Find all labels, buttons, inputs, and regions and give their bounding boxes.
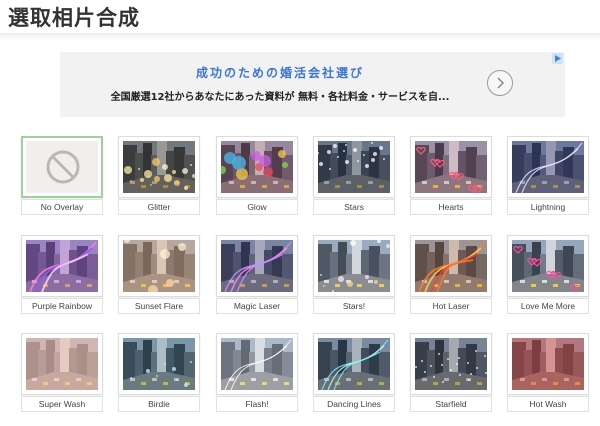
overlay-preview-image[interactable] bbox=[123, 141, 195, 193]
overlay-label: Flash! bbox=[216, 396, 298, 412]
overlay-preview-image[interactable] bbox=[415, 240, 487, 292]
page-title: 選取相片合成 bbox=[8, 6, 140, 30]
overlay-preview-image[interactable] bbox=[415, 141, 487, 193]
overlay-label: Glitter bbox=[118, 199, 200, 215]
overlay-thumbnail-card[interactable] bbox=[313, 333, 395, 395]
overlay-thumbnail-card[interactable] bbox=[313, 136, 395, 198]
title-divider bbox=[0, 33, 600, 40]
overlay-option-starfield[interactable]: Starfield bbox=[410, 333, 492, 415]
overlay-thumbnail-card[interactable] bbox=[118, 333, 200, 395]
overlay-option-no-overlay[interactable]: No Overlay bbox=[21, 136, 103, 218]
overlay-label: Stars! bbox=[313, 298, 395, 314]
overlay-option-dancing-lines[interactable]: Dancing Lines bbox=[313, 333, 395, 415]
prohibited-icon bbox=[46, 150, 80, 184]
overlay-label: Lightning bbox=[507, 199, 589, 215]
overlay-option-super-wash[interactable]: Super Wash bbox=[21, 333, 103, 415]
overlay-option-lightning[interactable]: Lightning bbox=[507, 136, 589, 218]
overlay-option-stars[interactable]: Stars! bbox=[313, 235, 395, 317]
overlay-thumbnail-card[interactable] bbox=[216, 136, 298, 198]
overlay-label: Hearts bbox=[410, 199, 492, 215]
overlay-preview-image[interactable] bbox=[512, 141, 584, 193]
overlay-label: Hot Wash bbox=[507, 396, 589, 412]
overlay-option-flash[interactable]: Flash! bbox=[216, 333, 298, 415]
ad-choices-icon[interactable] bbox=[552, 53, 563, 64]
overlay-label: Hot Laser bbox=[410, 298, 492, 314]
overlay-thumbnail-card[interactable] bbox=[507, 235, 589, 297]
overlay-thumbnail-card[interactable] bbox=[507, 333, 589, 395]
overlay-label: Stars bbox=[313, 199, 395, 215]
overlay-preview-image[interactable] bbox=[123, 338, 195, 390]
overlay-thumbnail-card[interactable] bbox=[410, 136, 492, 198]
overlay-label: Sunset Flare bbox=[118, 298, 200, 314]
overlay-option-stars[interactable]: Stars bbox=[313, 136, 395, 218]
overlay-preview-image[interactable] bbox=[318, 338, 390, 390]
overlay-thumbnail-card[interactable] bbox=[21, 333, 103, 395]
ad-body-text[interactable]: 全国厳選12社からあなたにあった資料が 無料・各社料金・サービスを自... bbox=[60, 88, 500, 103]
overlay-thumbnail-card[interactable] bbox=[507, 136, 589, 198]
overlay-preview-image[interactable] bbox=[26, 240, 98, 292]
overlay-option-hearts[interactable]: Hearts bbox=[410, 136, 492, 218]
chevron-right-icon[interactable] bbox=[487, 70, 513, 96]
overlay-label: Dancing Lines bbox=[313, 396, 395, 412]
overlay-option-glitter[interactable]: Glitter bbox=[118, 136, 200, 218]
overlay-option-love-me-more[interactable]: Love Me More bbox=[507, 235, 589, 317]
overlay-thumbnail-card[interactable] bbox=[21, 136, 103, 198]
overlay-preview-image[interactable] bbox=[123, 240, 195, 292]
overlay-option-birdie[interactable]: Birdie bbox=[118, 333, 200, 415]
ad-headline[interactable]: 成功のための婚活会社選び bbox=[60, 64, 500, 81]
overlay-thumbnail-card[interactable] bbox=[118, 235, 200, 297]
overlay-preview-image[interactable] bbox=[221, 141, 293, 193]
overlay-label: Starfield bbox=[410, 396, 492, 412]
overlay-preview-image[interactable] bbox=[221, 338, 293, 390]
overlay-preview-image[interactable] bbox=[415, 338, 487, 390]
ad-banner[interactable]: 成功のための婚活会社選び 全国厳選12社からあなたにあった資料が 無料・各社料金… bbox=[60, 52, 565, 117]
overlay-preview-image[interactable] bbox=[512, 338, 584, 390]
overlay-label: No Overlay bbox=[21, 199, 103, 215]
overlay-thumbnail-card[interactable] bbox=[216, 333, 298, 395]
overlay-label: Super Wash bbox=[21, 396, 103, 412]
overlay-label: Glow bbox=[216, 199, 298, 215]
overlay-option-hot-laser[interactable]: Hot Laser bbox=[410, 235, 492, 317]
overlay-thumbnail-card[interactable] bbox=[21, 235, 103, 297]
overlay-label: Purple Rainbow bbox=[21, 298, 103, 314]
overlay-preview-image[interactable] bbox=[221, 240, 293, 292]
overlay-option-purple-rainbow[interactable]: Purple Rainbow bbox=[21, 235, 103, 317]
overlay-option-hot-wash[interactable]: Hot Wash bbox=[507, 333, 589, 415]
overlay-preview-image[interactable] bbox=[26, 338, 98, 390]
overlay-thumbnail-card[interactable] bbox=[216, 235, 298, 297]
overlay-preview-image[interactable] bbox=[318, 141, 390, 193]
overlay-preview-image[interactable] bbox=[318, 240, 390, 292]
overlay-label: Love Me More bbox=[507, 298, 589, 314]
overlay-option-glow[interactable]: Glow bbox=[216, 136, 298, 218]
overlay-thumbnail-card[interactable] bbox=[410, 235, 492, 297]
overlay-option-magic-laser[interactable]: Magic Laser bbox=[216, 235, 298, 317]
overlay-option-sunset-flare[interactable]: Sunset Flare bbox=[118, 235, 200, 317]
overlay-thumbnail-card[interactable] bbox=[410, 333, 492, 395]
overlay-label: Magic Laser bbox=[216, 298, 298, 314]
overlay-preview-image[interactable] bbox=[512, 240, 584, 292]
overlay-thumbnail-card[interactable] bbox=[118, 136, 200, 198]
overlay-preview-image[interactable] bbox=[26, 141, 98, 193]
overlay-thumbnail-card[interactable] bbox=[313, 235, 395, 297]
overlay-label: Birdie bbox=[118, 396, 200, 412]
